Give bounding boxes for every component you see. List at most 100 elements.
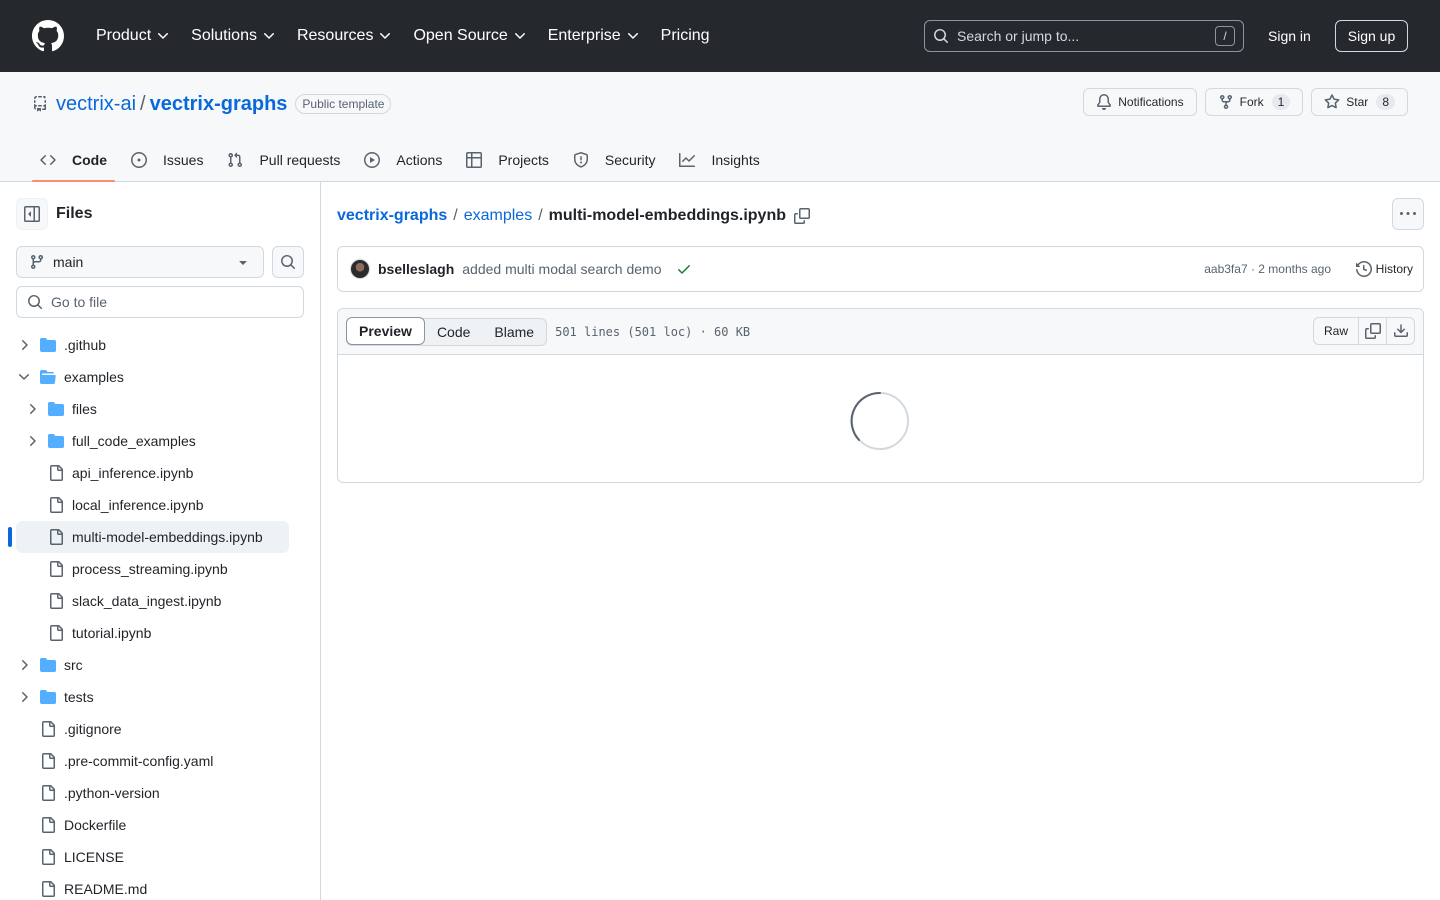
commit-author-link[interactable]: bselleslagh <box>378 261 454 277</box>
blame-view-button[interactable]: Blame <box>482 318 546 346</box>
commit-message-link[interactable]: added multi modal search demo <box>462 261 661 277</box>
collapse-sidebar-button[interactable] <box>16 198 48 230</box>
file-icon <box>40 753 56 769</box>
tree-folder[interactable]: .github <box>16 329 289 361</box>
history-label: History <box>1375 262 1413 276</box>
preview-view-button[interactable]: Preview <box>346 317 425 345</box>
nav-resources[interactable]: Resources <box>289 20 401 52</box>
shield-icon <box>573 152 597 168</box>
tab-pull-requests[interactable]: Pull requests <box>219 138 348 182</box>
notifications-button[interactable]: Notifications <box>1083 88 1197 116</box>
chevron-right-icon[interactable] <box>24 433 40 449</box>
breadcrumb-folder-link[interactable]: examples <box>464 207 532 225</box>
chevron-right-icon[interactable] <box>16 657 32 673</box>
file-icon <box>40 881 56 897</box>
tree-item-label: local_inference.ipynb <box>72 497 204 513</box>
chevron-down-icon <box>155 28 171 44</box>
tree-file[interactable]: process_streaming.ipynb <box>16 553 289 585</box>
triangle-down-icon <box>239 261 247 265</box>
nav-solutions[interactable]: Solutions <box>183 20 285 52</box>
tree-folder[interactable]: src <box>16 649 289 681</box>
chevron-down-icon[interactable] <box>16 369 32 385</box>
tree-file[interactable]: Dockerfile <box>16 809 289 841</box>
kebab-horizontal-icon <box>1400 212 1416 215</box>
file-info: 501 lines (501 loc) · 60 KB <box>555 324 751 339</box>
tree-file[interactable]: LICENSE <box>16 841 289 873</box>
tab-code[interactable]: Code <box>32 138 115 182</box>
tab-projects[interactable]: Projects <box>458 138 557 182</box>
graph-icon <box>679 152 703 168</box>
file-tree-sidebar: Files main Go to file .github examples fil… <box>0 182 321 900</box>
nav-pricing[interactable]: Pricing <box>653 20 718 52</box>
star-button[interactable]: Star 8 <box>1311 88 1408 116</box>
latest-commit-bar: bselleslagh added multi modal search dem… <box>337 246 1424 292</box>
tab-label: Insights <box>711 152 760 168</box>
sign-in-link[interactable]: Sign in <box>1256 20 1323 52</box>
tree-item-label: tests <box>64 689 94 705</box>
tree-folder[interactable]: examples <box>16 361 289 393</box>
git-branch-icon <box>30 255 43 270</box>
more-options-button[interactable] <box>1392 198 1424 230</box>
tree-folder[interactable]: tests <box>16 681 289 713</box>
tree-file[interactable]: multi-model-embeddings.ipynb <box>8 521 289 553</box>
tree-file[interactable]: slack_data_ingest.ipynb <box>16 585 289 617</box>
copy-raw-button[interactable] <box>1359 317 1387 345</box>
go-to-file-input[interactable]: Go to file <box>16 286 304 318</box>
branch-selector[interactable]: main <box>16 246 264 278</box>
chevron-right-icon[interactable] <box>24 401 40 417</box>
tab-actions[interactable]: Actions <box>356 138 450 182</box>
nav-product[interactable]: Product <box>88 20 179 52</box>
folder-icon <box>48 433 64 449</box>
view-switcher: Preview Code Blame <box>346 317 548 346</box>
tree-file[interactable]: .pre-commit-config.yaml <box>16 745 289 777</box>
file-tree: .github examples files full_code_examples ap… <box>8 329 289 900</box>
files-title: Files <box>56 205 93 222</box>
tree-item-label: files <box>72 401 97 417</box>
tree-item-label: src <box>64 657 83 673</box>
tab-security[interactable]: Security <box>565 138 664 182</box>
check-icon[interactable] <box>676 261 692 277</box>
tab-issues[interactable]: Issues <box>123 138 211 182</box>
tree-file[interactable]: .python-version <box>16 777 289 809</box>
branch-name: main <box>53 254 84 270</box>
chevron-down-icon <box>625 28 641 44</box>
chevron-down-icon <box>261 28 277 44</box>
nav-label: Product <box>96 27 152 44</box>
chevron-right-icon[interactable] <box>16 337 32 353</box>
repo-title: vectrix-ai / vectrix-graphs Public templ… <box>32 92 392 116</box>
tab-label: Issues <box>163 152 204 168</box>
github-logo-icon[interactable] <box>32 20 64 52</box>
sign-up-button[interactable]: Sign up <box>1335 20 1408 52</box>
fork-button[interactable]: Fork 1 <box>1204 88 1304 116</box>
tree-folder[interactable]: files <box>16 393 289 425</box>
tree-file[interactable]: README.md <box>16 873 289 900</box>
avatar[interactable] <box>350 259 370 279</box>
repo-name-link[interactable]: vectrix-graphs <box>150 93 288 116</box>
tree-file[interactable]: tutorial.ipynb <box>16 617 289 649</box>
nav-open-source[interactable]: Open Source <box>405 20 535 52</box>
download-button[interactable] <box>1387 317 1415 345</box>
raw-button[interactable]: Raw <box>1312 317 1359 345</box>
search-files-button[interactable] <box>272 246 304 278</box>
file-actions: Raw <box>1312 317 1415 345</box>
nav-enterprise[interactable]: Enterprise <box>540 20 649 52</box>
search-icon <box>934 29 949 44</box>
copy-path-icon[interactable] <box>794 208 810 224</box>
nav-label: Pricing <box>660 27 710 44</box>
history-button[interactable]: History <box>1355 261 1413 277</box>
global-search-input[interactable]: Search or jump to... / <box>924 20 1244 52</box>
tree-file[interactable]: local_inference.ipynb <box>16 489 289 521</box>
commit-meta[interactable]: aab3fa7 · 2 months ago <box>1204 262 1331 276</box>
repo-actions: Notifications Fork 1 Star 8 <box>1083 88 1408 116</box>
code-view-button[interactable]: Code <box>425 318 482 346</box>
breadcrumb-separator: / <box>538 207 543 224</box>
tree-file[interactable]: api_inference.ipynb <box>16 457 289 489</box>
tree-folder[interactable]: full_code_examples <box>16 425 289 457</box>
tab-insights[interactable]: Insights <box>671 138 767 182</box>
tree-item-label: .github <box>64 337 107 353</box>
file-icon <box>48 593 64 609</box>
chevron-right-icon[interactable] <box>16 689 32 705</box>
tree-file[interactable]: .gitignore <box>16 713 289 745</box>
breadcrumb-repo-link[interactable]: vectrix-graphs <box>337 207 447 225</box>
repo-owner-link[interactable]: vectrix-ai <box>56 93 136 116</box>
